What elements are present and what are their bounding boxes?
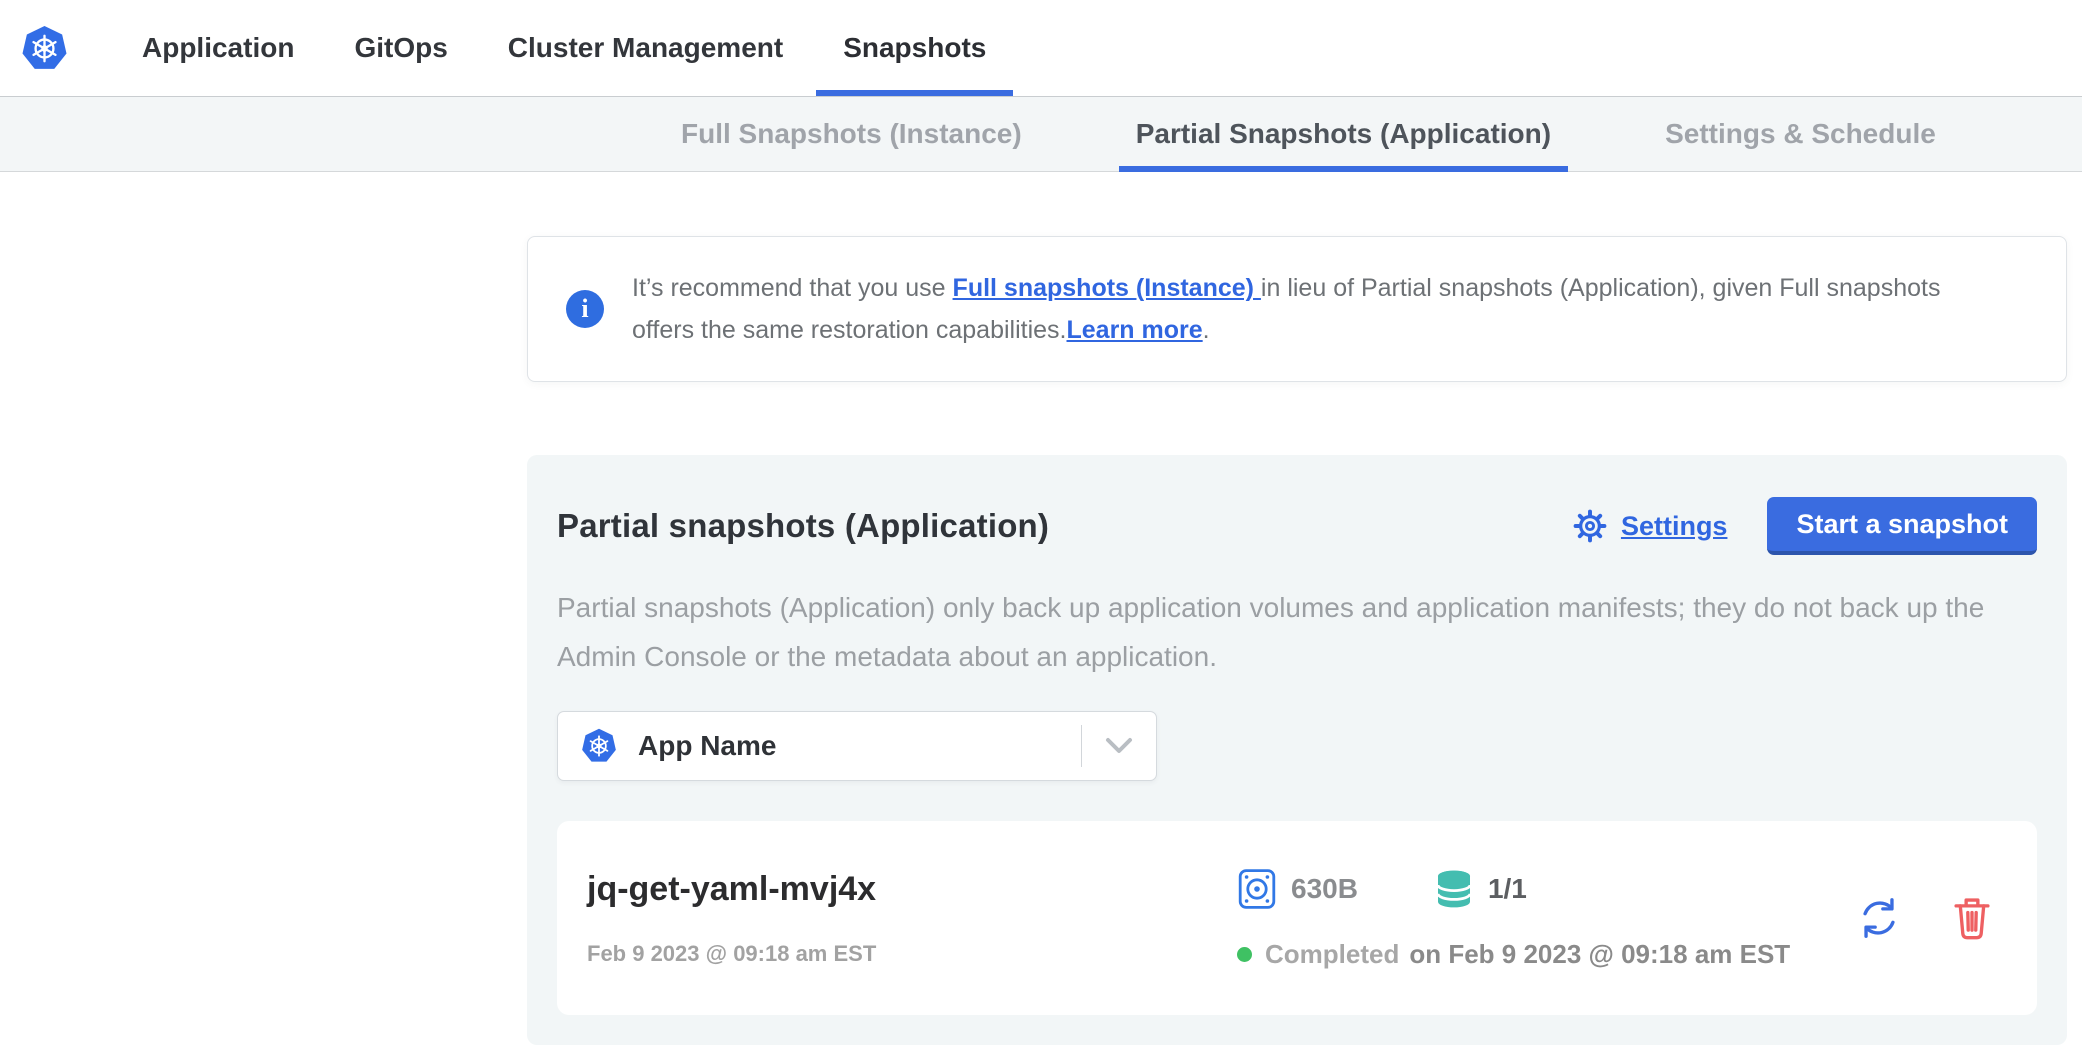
snapshot-settings-link[interactable]: Settings [1572, 508, 1728, 544]
delete-snapshot-button[interactable] [1951, 895, 1993, 941]
app-kubernetes-icon [581, 728, 617, 764]
page-content: i It’s recommend that you use Full snaps… [527, 236, 2067, 1045]
start-snapshot-button[interactable]: Start a snapshot [1767, 497, 2037, 555]
settings-link-label: Settings [1621, 511, 1728, 542]
gear-icon [1572, 508, 1608, 544]
chevron-down-icon [1105, 737, 1133, 755]
snapshot-row: jq-get-yaml-mvj4x Feb 9 2023 @ 09:18 am … [557, 821, 2037, 1015]
app-name-dropdown[interactable]: App Name [557, 711, 1157, 781]
snapshot-started-timestamp: Feb 9 2023 @ 09:18 am EST [587, 941, 1237, 967]
panel-title: Partial snapshots (Application) [557, 507, 1049, 545]
snapshot-details: 630B 1/1 Completed o [1237, 867, 1855, 970]
nav-item-gitops[interactable]: GitOps [354, 0, 447, 96]
nav-item-cluster-management[interactable]: Cluster Management [508, 0, 783, 96]
banner-text-after: . [1203, 316, 1210, 344]
banner-text-before: It’s recommend that you use [632, 274, 953, 302]
restore-icon [1855, 894, 1903, 942]
tab-full-snapshots-instance[interactable]: Full Snapshots (Instance) [664, 97, 1039, 171]
top-navbar: Application GitOps Cluster Management Sn… [0, 0, 2082, 96]
banner-text: It’s recommend that you use Full snapsho… [632, 267, 2006, 351]
panel-description: Partial snapshots (Application) only bac… [557, 583, 2037, 681]
status-completed-dot-icon [1237, 947, 1252, 962]
panel-header-actions: Settings Start a snapshot [1572, 497, 2037, 555]
panel-header: Partial snapshots (Application) [557, 497, 2037, 555]
snapshot-stats: 630B 1/1 [1237, 867, 1855, 911]
snapshot-status-line: Completed on Feb 9 2023 @ 09:18 am EST [1237, 939, 1855, 970]
full-snapshots-instance-link[interactable]: Full snapshots (Instance) [953, 274, 1261, 302]
snapshot-size-value: 630B [1291, 873, 1358, 905]
info-icon: i [566, 290, 604, 328]
snapshot-volumes-value: 1/1 [1488, 873, 1527, 905]
app-name-dropdown-value: App Name [638, 730, 776, 762]
dropdown-chevron-zone [1082, 737, 1156, 755]
snapshot-actions [1855, 894, 1993, 942]
snapshot-summary: jq-get-yaml-mvj4x Feb 9 2023 @ 09:18 am … [587, 869, 1237, 967]
recommendation-banner: i It’s recommend that you use Full snaps… [527, 236, 2067, 382]
snapshot-name: jq-get-yaml-mvj4x [587, 869, 1237, 909]
kubernetes-logo-icon[interactable] [21, 25, 68, 72]
snapshot-size-stat: 630B [1237, 867, 1358, 911]
tab-partial-snapshots-application[interactable]: Partial Snapshots (Application) [1119, 97, 1568, 171]
snapshot-volumes-stat: 1/1 [1434, 867, 1527, 911]
primary-nav: Application GitOps Cluster Management Sn… [142, 0, 986, 96]
nav-item-application[interactable]: Application [142, 0, 294, 96]
snapshot-finished-timestamp: on Feb 9 2023 @ 09:18 am EST [1409, 939, 1790, 970]
restore-snapshot-button[interactable] [1855, 894, 1903, 942]
disk-icon [1237, 867, 1277, 911]
nav-item-snapshots[interactable]: Snapshots [843, 0, 986, 96]
snapshots-subtab-bar: Full Snapshots (Instance) Partial Snapsh… [0, 96, 2082, 172]
database-icon [1434, 867, 1474, 911]
snapshot-status-label: Completed [1265, 939, 1399, 970]
tab-settings-and-schedule[interactable]: Settings & Schedule [1648, 97, 1953, 171]
partial-snapshots-panel: Partial snapshots (Application) [527, 455, 2067, 1045]
trash-icon [1951, 895, 1993, 941]
learn-more-link[interactable]: Learn more [1067, 316, 1203, 344]
